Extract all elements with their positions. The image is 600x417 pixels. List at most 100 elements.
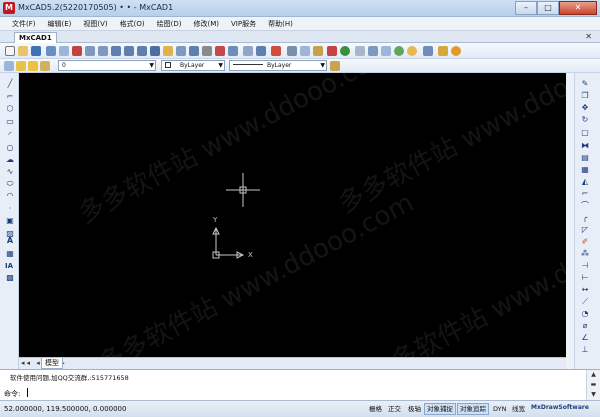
erase-icon[interactable]: ✎ [580,79,590,89]
menu-help[interactable]: 帮助(H) [268,19,293,29]
drawing-canvas[interactable]: 多多软件站 www.ddooo.com 多多软件站 www.ddooo.com … [19,73,566,357]
regen-icon[interactable] [189,46,199,56]
dim-radius-icon[interactable]: ◔ [580,309,590,319]
render-icon[interactable] [394,46,404,56]
copy-icon[interactable] [300,46,310,56]
find-icon[interactable] [423,46,433,56]
status-polar-button[interactable]: 极轴 [405,403,424,415]
zoom-realtime-icon[interactable] [176,46,186,56]
zoom-window-icon[interactable] [111,46,121,56]
zoom-in-icon[interactable] [85,46,95,56]
properties-icon[interactable] [215,46,225,56]
menu-format[interactable]: 格式(O) [120,19,145,29]
cut-icon[interactable] [287,46,297,56]
status-grid-button[interactable]: 栅格 [366,403,385,415]
undo-icon[interactable] [72,46,82,56]
match-properties-icon[interactable] [228,46,238,56]
explode-icon[interactable]: ⁂ [580,249,590,259]
new-file-icon[interactable] [5,46,15,56]
status-ortho-button[interactable]: 正交 [385,403,404,415]
chamfer-icon[interactable]: ◸ [580,225,590,235]
table-icon[interactable]: ▦ [5,249,15,259]
measure-icon[interactable] [340,46,350,56]
open-folder-icon[interactable] [18,46,28,56]
copy-object-icon[interactable]: ❐ [580,91,590,101]
trim-icon[interactable]: ⌐ [580,189,590,199]
tab-mxcad1[interactable]: MxCAD1 [14,32,57,43]
fillet-icon[interactable]: ╭ [580,213,590,223]
edit-icon[interactable]: ✐ [580,237,590,247]
menu-file[interactable]: 文件(F) [12,19,36,29]
rectangle-icon[interactable]: ▭ [5,117,15,127]
layer-state-icon[interactable] [4,61,14,71]
layer-on-icon[interactable] [16,61,26,71]
array-icon[interactable]: ▦ [580,165,590,175]
layer-manager-icon[interactable] [202,46,212,56]
menu-view[interactable]: 视图(V) [83,19,107,29]
command-scrollbar[interactable]: ▲ ▬ ▼ [586,370,600,401]
dim-angle-icon[interactable]: ∠ [580,333,590,343]
hatch-icon[interactable] [271,46,281,56]
dimension-icon[interactable]: ↔ [580,285,590,295]
status-dyn-button[interactable]: DYN [490,403,509,415]
menu-modify[interactable]: 修改(M) [194,19,220,29]
region-icon[interactable]: ▩ [5,273,15,283]
print-preview-icon[interactable] [59,46,69,56]
layer-lock-icon[interactable] [40,61,50,71]
close-document-icon[interactable]: ✕ [585,32,592,41]
tab-model[interactable]: 模型 [41,358,63,369]
vertical-scrollbar[interactable] [566,73,575,369]
mtext-icon[interactable]: IA [4,261,14,271]
stretch-icon[interactable]: ◭ [580,177,590,187]
light-icon[interactable] [407,46,417,56]
spline-icon[interactable]: ∿ [5,167,15,177]
leader-icon[interactable]: ⊥ [580,345,590,355]
print-icon[interactable] [46,46,56,56]
cloud-icon[interactable]: ☁ [5,155,15,165]
dim-aligned-icon[interactable]: ⟋ [580,297,590,307]
command-input[interactable] [27,388,567,398]
block-insert-icon[interactable] [243,46,253,56]
menu-edit[interactable]: 编辑(E) [48,19,72,29]
point-icon[interactable]: · [5,204,15,214]
line-icon[interactable]: ╱ [5,79,15,89]
polygon-icon[interactable]: ⬡ [5,104,15,114]
rotate-icon[interactable]: ↻ [580,115,590,125]
polyline-icon[interactable]: ⌐ [5,92,15,102]
vip-key-icon[interactable] [438,46,448,56]
layout-icon[interactable] [368,46,378,56]
move-icon[interactable]: ✥ [580,103,590,113]
close-button[interactable]: ✕ [559,1,597,15]
ellipse-icon[interactable]: ⬭ [5,179,15,189]
extend-icon[interactable]: ⌒ [580,201,590,211]
linetype-dropdown[interactable]: ByLayer ▼ [229,60,327,71]
maximize-button[interactable]: □ [537,1,559,15]
status-lineweight-button[interactable]: 线宽 [509,403,528,415]
menu-vip[interactable]: VIP服务 [231,19,256,29]
offset-icon[interactable]: ▤ [580,153,590,163]
zoom-all-icon[interactable] [137,46,147,56]
layer-dropdown[interactable]: 0 ▼ [58,60,156,71]
pan-hand-icon[interactable] [163,46,173,56]
status-otrack-button[interactable]: 对象追踪 [457,403,489,415]
mirror-icon[interactable]: ⧓ [580,141,590,151]
layer-freeze-icon[interactable] [28,61,38,71]
dim-diameter-icon[interactable]: ⌀ [580,321,590,331]
status-osnap-button[interactable]: 对象捕捉 [424,403,456,415]
lineweight-icon[interactable] [330,61,340,71]
circle-icon[interactable]: ○ [5,143,15,153]
ellipse-arc-icon[interactable]: ◠ [5,191,15,201]
paste-icon[interactable] [313,46,323,56]
view-3d-icon[interactable] [381,46,391,56]
arc-icon[interactable]: ◜ [5,130,15,140]
join-icon[interactable]: ⊢ [580,273,590,283]
minimize-button[interactable]: – [515,1,537,15]
text-icon[interactable]: A [5,236,15,246]
scale-icon[interactable]: ▢ [580,128,590,138]
zoom-out-icon[interactable] [98,46,108,56]
break-icon[interactable]: ⊣ [580,261,590,271]
image-icon[interactable] [256,46,266,56]
redo-icon[interactable] [327,46,337,56]
color-dropdown[interactable]: ByLayer ▼ [161,60,225,71]
save-icon[interactable] [31,46,41,56]
